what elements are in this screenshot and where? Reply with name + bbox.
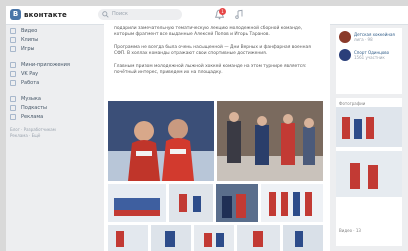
search-placeholder: Поиск	[112, 11, 128, 17]
post-photo[interactable]	[151, 225, 191, 251]
post-photo[interactable]	[261, 184, 323, 222]
footer-links[interactable]: Реклама · Ещё	[10, 133, 98, 139]
photos-header[interactable]: Фотографии	[336, 98, 402, 107]
post-card: подарили замечательную тематическую лекц…	[104, 24, 330, 251]
sidebar-item-label: Музыка	[21, 95, 41, 102]
post-photo[interactable]	[169, 184, 213, 222]
group-item[interactable]: Спорт Одинцово 1561 участник	[336, 46, 402, 64]
post-text-paragraph: Программа не всегда была очень насыщенно…	[114, 45, 311, 56]
ads-icon	[10, 113, 16, 120]
sidebar-item-label: Игры	[21, 45, 35, 52]
sidebar-item-music[interactable]: Музыка	[6, 94, 98, 103]
game-photo	[237, 225, 280, 251]
album-photo[interactable]	[336, 151, 402, 197]
post-photo[interactable]	[108, 184, 166, 222]
rink-photo	[169, 184, 213, 222]
video-icon	[10, 27, 16, 34]
sidebar-item-video[interactable]: Видео	[6, 26, 98, 35]
sidebar-item-games[interactable]: Игры	[6, 44, 98, 53]
videos-header[interactable]: Видео · 13	[336, 225, 402, 234]
vk-logo[interactable]: В вконтакте	[10, 9, 67, 20]
award-ceremony-photo	[217, 101, 323, 181]
top-navigation-bar: В вконтакте Поиск 1	[6, 6, 408, 25]
group-subtitle: лига · 98	[354, 37, 373, 42]
vk-logo-text: вконтакте	[24, 10, 67, 19]
sidebar-item-ads[interactable]: Реклама	[6, 112, 98, 121]
sidebar-item-label: Подкасты	[21, 104, 47, 111]
hockey-players-photo	[108, 101, 214, 181]
vk-logo-icon: В	[10, 9, 21, 20]
game-photo	[194, 225, 234, 251]
players-photo	[216, 184, 258, 222]
music-player-icon[interactable]	[234, 9, 244, 20]
sidebar-footer: Блог · Разработчикам Реклама · Ещё	[6, 127, 98, 139]
post-photo[interactable]	[108, 225, 148, 251]
sidebar-item-apps[interactable]: Мини-приложения	[6, 60, 98, 69]
group-item[interactable]: Детская хоккейная лига · 98	[336, 28, 402, 46]
group-subtitle: 1561 участник	[354, 55, 385, 60]
post-text-paragraph: подарили замечательную тематическую лекц…	[114, 26, 303, 37]
sidebar-item-label: Клипы	[21, 36, 39, 43]
search-input[interactable]: Поиск	[98, 9, 182, 20]
sidebar-item-vkpay[interactable]: VK Pay	[6, 69, 98, 78]
post-photo[interactable]	[217, 101, 323, 181]
group-avatar	[339, 49, 351, 61]
clips-icon	[10, 36, 16, 43]
game-photo	[283, 225, 323, 251]
sidebar-item-label: Работа	[21, 79, 40, 86]
pay-icon	[10, 70, 16, 77]
photos-card: Фотографии Видео · 13	[336, 98, 402, 246]
apps-icon	[10, 61, 16, 68]
post-photo[interactable]	[216, 184, 258, 222]
sidebar-item-label: Видео	[21, 27, 38, 34]
left-sidebar: Видео Клипы Игры Мини-приложения VK Pay …	[6, 26, 98, 139]
right-column: Детская хоккейная лига · 98 Спорт Одинцов…	[336, 24, 408, 251]
sidebar-item-podcasts[interactable]: Подкасты	[6, 103, 98, 112]
music-icon	[10, 95, 16, 102]
post-photo[interactable]	[283, 225, 323, 251]
ice-arena-photo	[261, 184, 323, 222]
sidebar-item-clips[interactable]: Клипы	[6, 35, 98, 44]
post-photo[interactable]	[194, 225, 234, 251]
notifications-count-badge: 1	[219, 8, 226, 15]
album-photo[interactable]	[336, 107, 402, 147]
post-text-paragraph: Главным призом молодежной лыжной хоккей …	[114, 64, 307, 75]
game-photo	[108, 225, 148, 251]
team-photo	[108, 184, 166, 222]
post-photo[interactable]	[237, 225, 280, 251]
group-avatar	[339, 31, 351, 43]
sidebar-item-work[interactable]: Работа	[6, 78, 98, 87]
sidebar-item-label: Реклама	[21, 113, 44, 120]
game-photo	[151, 225, 191, 251]
games-icon	[10, 45, 16, 52]
search-icon	[102, 11, 109, 18]
podcast-icon	[10, 104, 16, 111]
work-icon	[10, 79, 16, 86]
post-photo[interactable]	[108, 101, 214, 181]
sidebar-item-label: VK Pay	[21, 70, 39, 77]
groups-card: Детская хоккейная лига · 98 Спорт Одинцов…	[336, 28, 402, 94]
sidebar-item-label: Мини-приложения	[21, 61, 70, 68]
